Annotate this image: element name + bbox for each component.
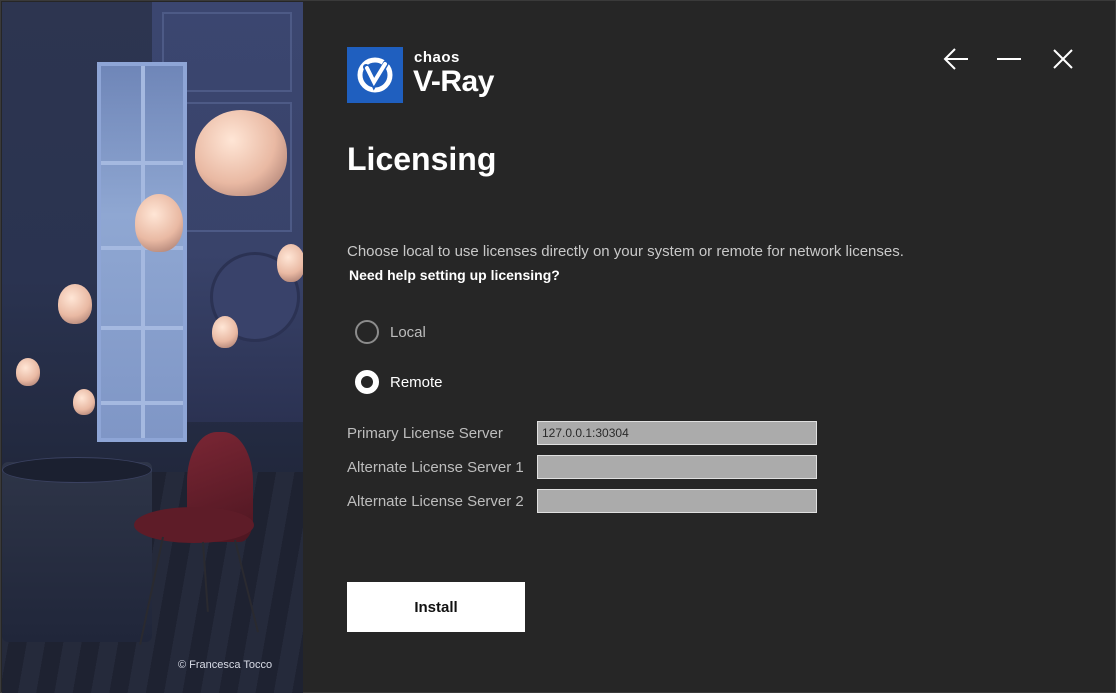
back-button[interactable]: [938, 41, 974, 77]
alternate-server-1-input[interactable]: [537, 455, 817, 479]
minimize-button[interactable]: [991, 41, 1027, 77]
vray-logo-icon: [357, 57, 393, 93]
lantern-image: [277, 244, 303, 282]
brand-company: chaos: [414, 49, 460, 66]
lantern-image: [58, 284, 92, 324]
alternate-server-2-label: Alternate License Server 2: [347, 493, 524, 510]
glass-door: [97, 62, 187, 442]
radio-local[interactable]: Local: [355, 320, 426, 344]
arrow-left-icon: [943, 48, 968, 70]
close-icon: [1053, 49, 1073, 69]
lantern-image: [135, 194, 183, 252]
lantern-image: [16, 358, 40, 386]
image-credit: © Francesca Tocco: [178, 659, 273, 671]
vray-logo: [347, 47, 403, 103]
lantern-image: [212, 316, 238, 348]
page-title: Licensing: [347, 141, 497, 177]
minimize-icon: [997, 58, 1021, 60]
installer-window: © Francesca Tocco chaos V-Ray Licensing …: [0, 0, 1116, 693]
radio-local-indicator[interactable]: [355, 320, 379, 344]
radio-remote-label: Remote: [390, 373, 443, 391]
brand-product: V-Ray: [413, 65, 494, 98]
hero-illustration: © Francesca Tocco: [2, 2, 303, 693]
primary-server-label: Primary License Server: [347, 425, 503, 442]
lantern-image: [73, 389, 95, 415]
table: [2, 462, 152, 642]
table-top: [2, 457, 152, 483]
install-button[interactable]: Install: [347, 582, 525, 632]
radio-local-label: Local: [390, 323, 426, 341]
primary-server-input[interactable]: [537, 421, 817, 445]
alternate-server-2-input[interactable]: [537, 489, 817, 513]
chair-seat: [134, 507, 254, 543]
radio-remote[interactable]: Remote: [355, 370, 443, 394]
lantern-image: [195, 110, 287, 196]
help-link[interactable]: Need help setting up licensing?: [349, 267, 560, 283]
licensing-description: Choose local to use licenses directly on…: [347, 243, 904, 260]
close-button[interactable]: [1045, 41, 1081, 77]
alternate-server-1-label: Alternate License Server 1: [347, 459, 524, 476]
radio-remote-indicator[interactable]: [355, 370, 379, 394]
